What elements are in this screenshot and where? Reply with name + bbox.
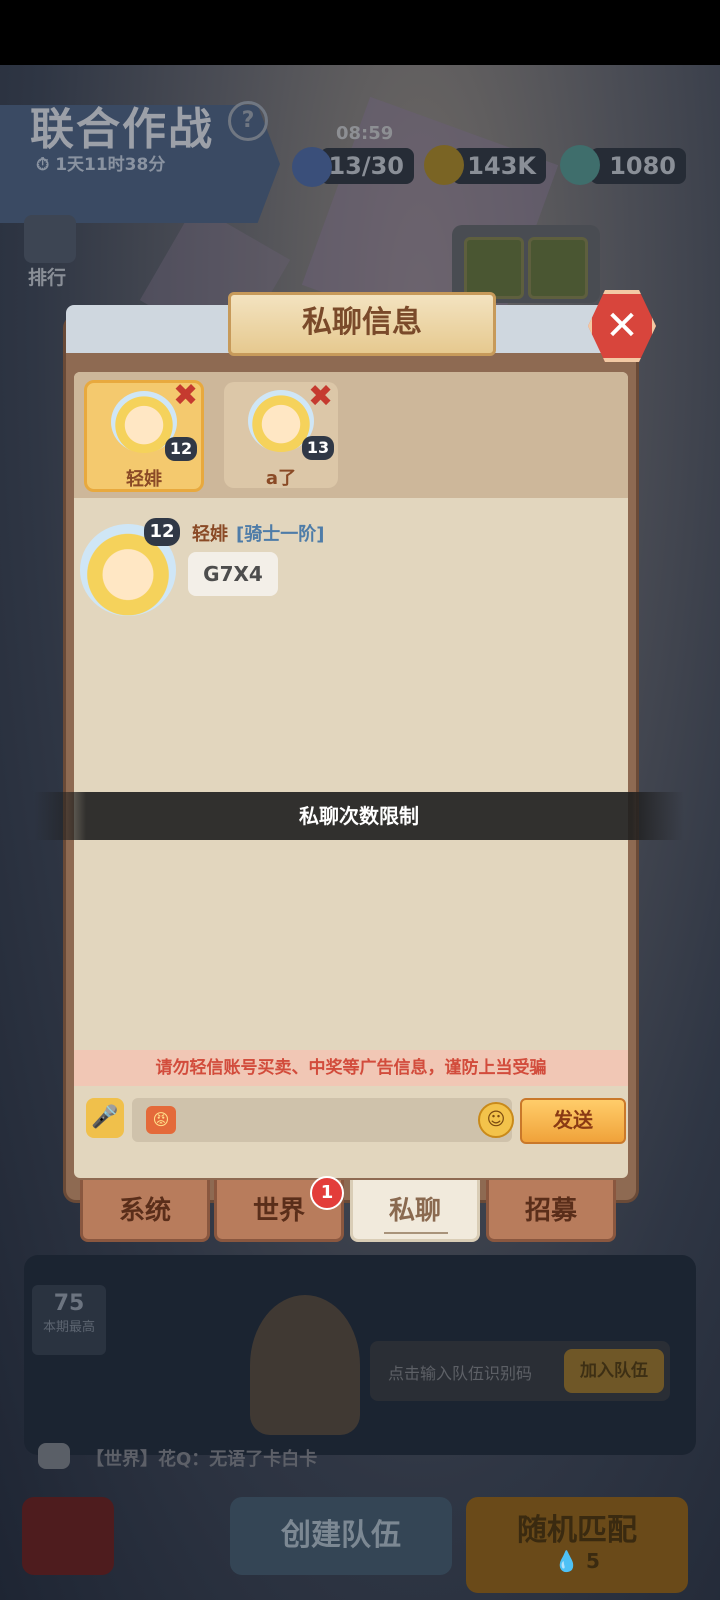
hero-character <box>250 1295 360 1435</box>
contact-card-active[interactable]: 12 ✖ 轻婔 <box>84 380 204 492</box>
remove-contact-icon[interactable]: ✖ <box>308 382 333 412</box>
event-timer: ⏱ 1天11时38分 <box>36 155 166 175</box>
contact-name: a了 <box>265 468 297 489</box>
random-match-button[interactable]: 随机匹配 💧 5 <box>466 1497 688 1593</box>
best-score-label: 本期最高 <box>42 1320 95 1335</box>
tab-recruit[interactable]: 招募 <box>486 1180 616 1242</box>
regen-clock: 08:59 <box>336 123 394 144</box>
gold-counter[interactable]: 143K <box>452 148 546 184</box>
contact-card[interactable]: 13 ✖ a了 <box>224 382 338 489</box>
best-score-value: 75 <box>53 1291 85 1316</box>
limit-toast: 私聊次数限制 <box>34 792 684 840</box>
best-score-box: 75 本期最高 <box>32 1285 106 1355</box>
random-match-label: 随机匹配 <box>517 1513 637 1548</box>
world-unread-badge: 1 <box>310 1176 344 1210</box>
contact-level-badge: 12 <box>165 437 197 461</box>
contact-name: 轻婔 <box>126 469 162 490</box>
help-icon[interactable]: ? <box>228 101 268 141</box>
emoji-sticker-icon: 😡 <box>146 1106 176 1134</box>
stamina-icon <box>292 147 332 187</box>
sender-name: 轻婔 <box>192 524 228 545</box>
random-match-cost: 💧 5 <box>554 1549 600 1573</box>
microphone-icon[interactable]: 🎤 <box>86 1098 124 1138</box>
sender-level-badge: 12 <box>144 518 180 546</box>
random-match-cost-value: 5 <box>585 1549 600 1573</box>
reward-claimed-check-icon <box>528 237 588 299</box>
contact-level-badge: 13 <box>302 436 334 460</box>
gems-counter[interactable]: 1080 <box>590 148 686 184</box>
world-chat-feed[interactable]: 【世界】花Q：无语了卡白卡 <box>86 1445 317 1471</box>
back-arrow-button[interactable] <box>22 1497 114 1575</box>
tab-system[interactable]: 系统 <box>80 1180 210 1242</box>
create-team-button[interactable]: 创建队伍 <box>230 1497 452 1575</box>
team-code-placeholder: 点击输入队伍识别码 <box>388 1364 533 1383</box>
close-icon: ✕ <box>605 303 639 349</box>
emoji-picker-icon[interactable]: ☺ <box>478 1102 514 1138</box>
remove-contact-icon[interactable]: ✖ <box>173 381 198 411</box>
gems-value: 1080 <box>609 152 676 180</box>
rank-label[interactable]: 排行 <box>28 263 66 290</box>
event-title: 联合作战 <box>30 104 214 155</box>
gold-coin-icon <box>424 145 464 185</box>
rank-trophy-icon[interactable] <box>24 215 76 263</box>
dialog-title: 私聊信息 <box>228 292 496 356</box>
gem-icon <box>560 145 600 185</box>
scam-warning: 请勿轻信账号买卖、中奖等广告信息，谨防上当受骗 <box>74 1050 628 1086</box>
send-button[interactable]: 发送 <box>520 1098 626 1144</box>
reward-claimed-check-icon <box>464 237 524 299</box>
chat-bubble-icon[interactable] <box>38 1443 70 1469</box>
sender-rank: [骑士一阶] <box>236 524 325 545</box>
stamina-counter[interactable]: 13/30 <box>320 148 414 184</box>
join-team-button[interactable]: 加入队伍 <box>564 1349 664 1393</box>
event-timer-text: 1天11时38分 <box>55 155 166 175</box>
active-tab-underline <box>384 1232 448 1234</box>
message-bubble: G7X4 <box>188 552 278 596</box>
chat-input[interactable] <box>132 1098 512 1142</box>
gold-value: 143K <box>467 152 536 180</box>
stamina-value: 13/30 <box>328 152 404 180</box>
